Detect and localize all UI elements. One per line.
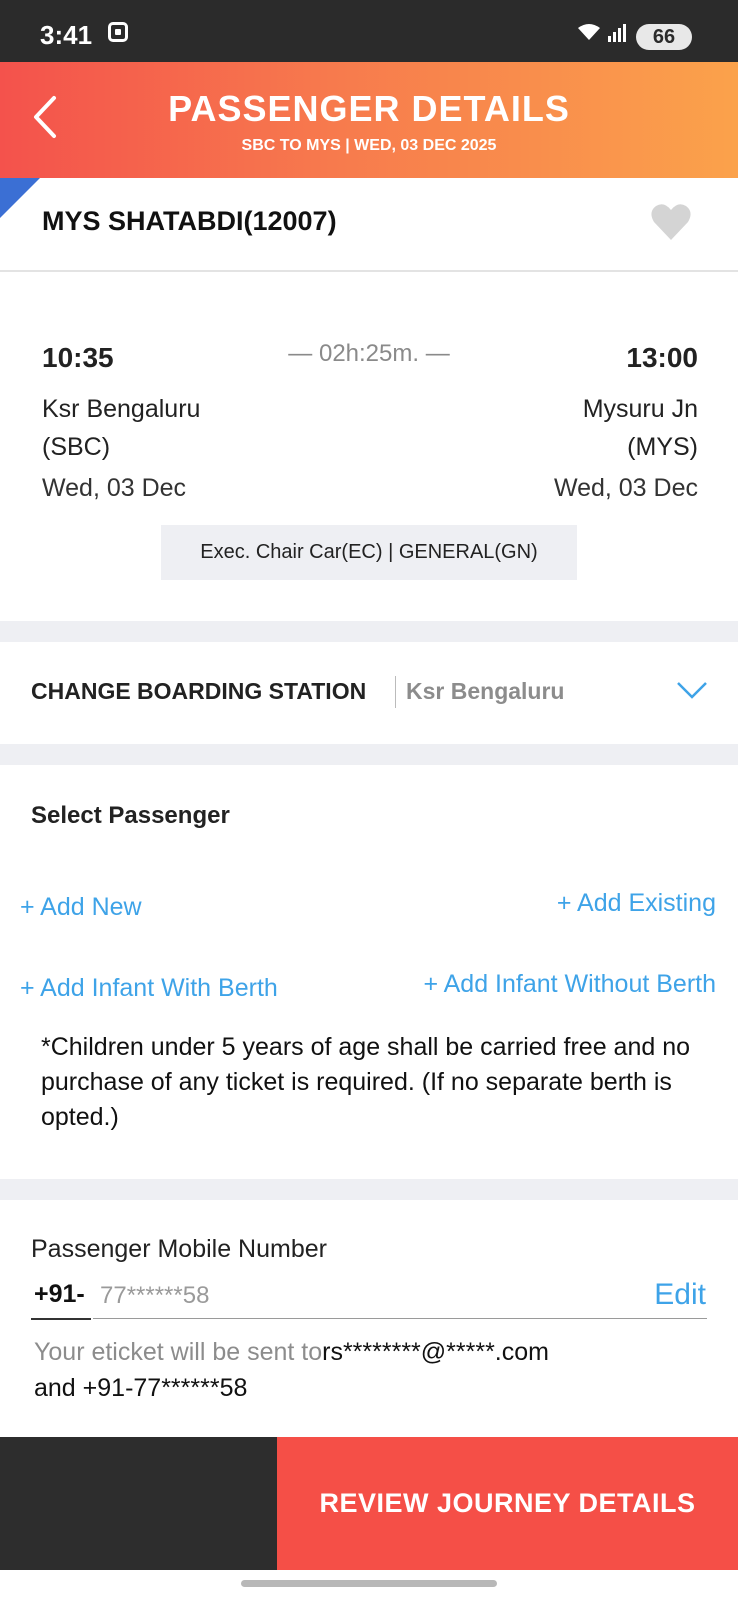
select-passenger-heading: Select Passenger (31, 802, 230, 829)
journey-card: 10:35 — 02h:25m. — 13:00 Ksr Bengaluru (… (0, 272, 738, 621)
children-note: *Children under 5 years of age shall be … (41, 1033, 691, 1131)
page-header: PASSENGER DETAILS SBC TO MYS | WED, 03 D… (0, 62, 738, 178)
arrival-station-name: Mysuru Jn (582, 395, 698, 423)
home-gesture-pill[interactable] (241, 1580, 497, 1587)
eticket-info-prefix: Your eticket will be sent to (34, 1338, 323, 1366)
arrival-time: 13:00 (626, 342, 698, 373)
mobile-number-section: Passenger Mobile Number +91- 77******58 … (0, 1200, 738, 1437)
system-nav-bar (0, 1570, 738, 1600)
eticket-email: rs********@*****.com (322, 1338, 549, 1366)
train-bar: MYS SHATABDI(12007) (0, 178, 738, 272)
mobile-number-field[interactable]: 77******58 (100, 1282, 209, 1310)
screenshot-icon (108, 22, 128, 42)
arrival-date: Wed, 03 Dec (553, 474, 698, 502)
eticket-phone: and +91-77******58 (34, 1374, 248, 1402)
status-bar: 3:41 66 (0, 0, 738, 62)
footer-left-panel (0, 1437, 277, 1570)
departure-station: Ksr Bengaluru (SBC) (42, 390, 200, 466)
train-name: MYS SHATABDI(12007) (42, 206, 337, 236)
page-subtitle: SBC TO MYS | WED, 03 DEC 2025 (241, 137, 497, 154)
edit-mobile-link[interactable]: Edit (654, 1278, 706, 1312)
favorite-heart-icon[interactable] (650, 202, 692, 242)
boarding-label: CHANGE BOARDING STATION (31, 678, 367, 704)
page-title: PASSENGER DETAILS (168, 88, 570, 129)
mobile-number-label: Passenger Mobile Number (31, 1235, 327, 1263)
section-divider (0, 744, 738, 765)
class-quota-chip: Exec. Chair Car(EC) | GENERAL(GN) (161, 525, 577, 580)
eticket-info: Your eticket will be sent tors********@*… (34, 1334, 724, 1406)
departure-station-code: (SBC) (42, 433, 111, 461)
section-divider (0, 1179, 738, 1200)
add-infant-without-berth-link[interactable]: + Add Infant Without Berth (423, 970, 716, 999)
corner-accent (0, 178, 40, 218)
wifi-icon (576, 22, 602, 48)
select-passenger-section: Select Passenger + Add New + Add Existin… (0, 765, 738, 1179)
footer-bar: REVIEW JOURNEY DETAILS (0, 1437, 738, 1570)
boarding-station-selector[interactable]: CHANGE BOARDING STATION Ksr Bengaluru (0, 642, 738, 744)
battery-icon: 66 (636, 24, 692, 50)
departure-date: Wed, 03 Dec (42, 474, 187, 502)
country-code: +91- (34, 1280, 85, 1308)
signal-icon (608, 24, 628, 47)
add-existing-passenger-link[interactable]: + Add Existing (557, 889, 716, 918)
section-divider (0, 621, 738, 642)
add-new-passenger-link[interactable]: + Add New (20, 893, 142, 922)
divider (395, 676, 396, 708)
mobile-number-underline (93, 1318, 707, 1319)
arrival-station-code: (MYS) (627, 433, 698, 461)
add-infant-with-berth-link[interactable]: + Add Infant With Berth (20, 974, 278, 1003)
country-code-underline (31, 1318, 91, 1320)
chevron-down-icon[interactable] (676, 680, 708, 700)
review-journey-button[interactable]: REVIEW JOURNEY DETAILS (277, 1437, 738, 1570)
departure-station-name: Ksr Bengaluru (42, 395, 201, 423)
status-time: 3:41 (40, 20, 93, 50)
arrival-station: Mysuru Jn (MYS) (583, 390, 698, 466)
boarding-station-value: Ksr Bengaluru (406, 678, 565, 704)
